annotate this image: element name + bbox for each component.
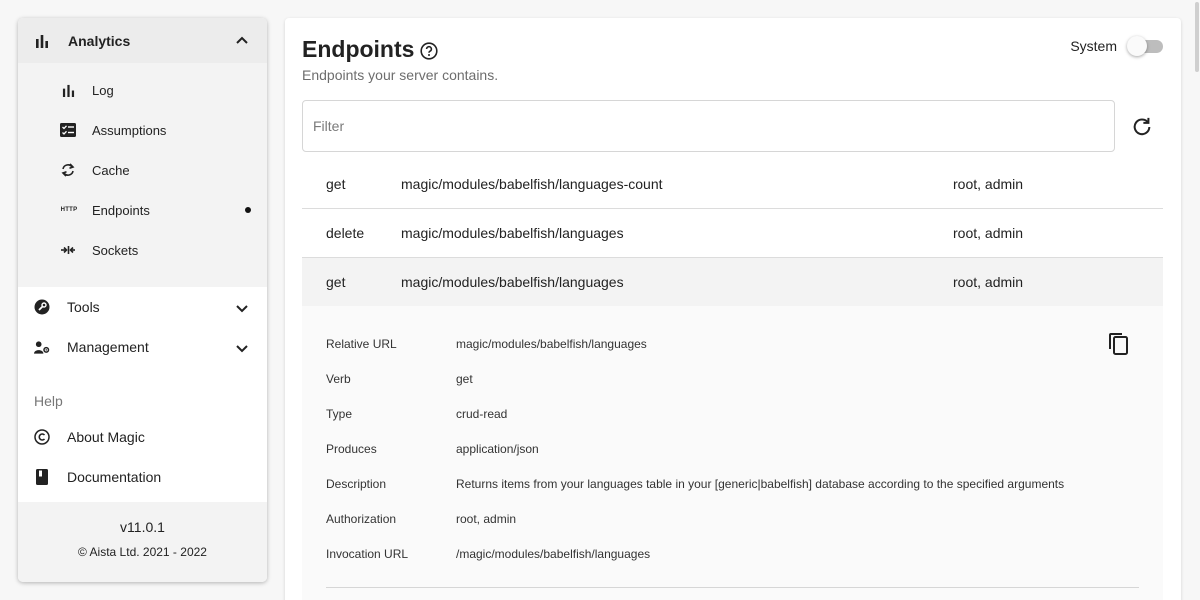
sidebar-item-analytics[interactable]: Analytics xyxy=(18,18,267,63)
copyright-label: © Aista Ltd. 2021 - 2022 xyxy=(78,545,207,559)
endpoint-details: Relative URL magic/modules/babelfish/lan… xyxy=(302,306,1163,600)
detail-row-invocation-url: Invocation URL /magic/modules/babelfish/… xyxy=(326,547,650,561)
refresh-icon[interactable] xyxy=(1131,116,1153,138)
sidebar-item-label: Cache xyxy=(92,162,130,178)
filter-input[interactable] xyxy=(302,100,1115,152)
checklist-icon xyxy=(60,122,76,138)
detail-key: Type xyxy=(326,407,353,421)
sidebar-item-label: Tools xyxy=(67,299,100,315)
endpoint-auth: root, admin xyxy=(953,176,1024,192)
sidebar-item-label: Endpoints xyxy=(92,202,150,218)
sidebar-item-assumptions[interactable]: Assumptions xyxy=(18,110,267,150)
copy-icon[interactable] xyxy=(1107,332,1131,356)
sidebar: Analytics Log Assumptions Cache HTTP End… xyxy=(18,18,267,582)
table-row[interactable]: get magic/modules/babelfish/languages-co… xyxy=(302,160,1163,209)
sidebar-item-label: Log xyxy=(92,82,114,98)
sidebar-item-about-magic[interactable]: About Magic xyxy=(18,417,267,457)
sidebar-item-label: Management xyxy=(67,339,149,355)
page-title: Endpoints xyxy=(302,36,415,62)
sidebar-item-cache[interactable]: Cache xyxy=(18,150,267,190)
refresh-icon xyxy=(60,162,76,178)
detail-key: Description xyxy=(326,477,387,491)
system-toggle-row: System xyxy=(1070,36,1163,56)
bar-chart-icon xyxy=(34,33,50,49)
book-icon xyxy=(34,469,50,485)
detail-value: root, admin xyxy=(456,512,517,526)
sidebar-item-sockets[interactable]: Sockets xyxy=(18,230,267,270)
detail-row-description: Description Returns items from your lang… xyxy=(326,477,1064,491)
active-indicator-dot xyxy=(245,207,251,213)
sidebar-item-endpoints[interactable]: HTTP Endpoints xyxy=(18,190,267,230)
detail-row-relative-url: Relative URL magic/modules/babelfish/lan… xyxy=(326,337,647,351)
table-row[interactable]: delete magic/modules/babelfish/languages… xyxy=(302,209,1163,258)
sidebar-item-label: About Magic xyxy=(67,429,145,445)
sidebar-item-management[interactable]: Management xyxy=(18,327,267,367)
sidebar-item-label: Documentation xyxy=(67,469,162,485)
page-subtitle: Endpoints your server contains. xyxy=(302,67,499,83)
endpoint-auth: root, admin xyxy=(953,274,1024,290)
detail-key: Relative URL xyxy=(326,337,397,351)
endpoint-verb: get xyxy=(326,176,346,192)
sidebar-footer: v11.0.1 © Aista Ltd. 2021 - 2022 xyxy=(18,502,267,582)
endpoint-url: magic/modules/babelfish/languages-count xyxy=(401,176,663,192)
copyright-icon xyxy=(34,429,50,445)
help-icon[interactable] xyxy=(420,42,439,60)
endpoint-url: magic/modules/babelfish/languages xyxy=(401,274,624,290)
detail-value: /magic/modules/babelfish/languages xyxy=(456,547,651,561)
detail-value: application/json xyxy=(456,442,539,456)
detail-key: Invocation URL xyxy=(326,547,409,561)
sidebar-item-documentation[interactable]: Documentation xyxy=(18,457,267,497)
sidebar-item-log[interactable]: Log xyxy=(18,70,267,110)
detail-value: magic/modules/babelfish/languages xyxy=(456,337,647,351)
manage-accounts-icon xyxy=(34,339,50,355)
analytics-submenu: Log Assumptions Cache HTTP Endpoints Soc… xyxy=(18,63,267,287)
toggle-thumb xyxy=(1127,36,1147,56)
endpoints-table: get magic/modules/babelfish/languages-co… xyxy=(302,160,1163,306)
detail-key: Verb xyxy=(326,372,351,386)
help-section-header: Help xyxy=(34,393,63,409)
endpoints-panel: Endpoints Endpoints your server contains… xyxy=(285,18,1181,600)
endpoint-verb: get xyxy=(326,274,346,290)
detail-row-produces: Produces application/json xyxy=(326,442,539,456)
sidebar-item-label: Sockets xyxy=(92,242,139,258)
detail-value: Returns items from your languages table … xyxy=(456,477,1065,491)
sockets-icon xyxy=(60,242,76,258)
chevron-down-icon xyxy=(236,305,248,313)
details-divider xyxy=(326,587,1139,588)
system-toggle[interactable] xyxy=(1127,36,1163,56)
detail-key: Produces xyxy=(326,442,377,456)
detail-key: Authorization xyxy=(326,512,397,526)
http-icon: HTTP xyxy=(60,207,78,213)
detail-row-verb: Verb get xyxy=(326,372,473,386)
detail-value: crud-read xyxy=(456,407,508,421)
wrench-icon xyxy=(34,299,50,315)
detail-row-type: Type crud-read xyxy=(326,407,507,421)
sidebar-item-label: Analytics xyxy=(68,32,131,49)
detail-value: get xyxy=(456,372,473,386)
detail-row-authorization: Authorization root, admin xyxy=(326,512,516,526)
endpoint-auth: root, admin xyxy=(953,225,1024,241)
chevron-down-icon xyxy=(236,345,248,353)
endpoint-url: magic/modules/babelfish/languages xyxy=(401,225,624,241)
endpoint-verb: delete xyxy=(326,225,365,241)
table-row-expanded[interactable]: get magic/modules/babelfish/languages ro… xyxy=(302,258,1163,306)
bar-chart-icon xyxy=(60,82,76,98)
system-toggle-label: System xyxy=(1070,38,1117,54)
scrollbar-thumb[interactable] xyxy=(1195,2,1199,72)
title-row: Endpoints xyxy=(302,36,439,63)
chevron-up-icon xyxy=(236,36,248,44)
page-scrollbar[interactable] xyxy=(1194,0,1200,600)
sidebar-item-label: Assumptions xyxy=(92,122,167,138)
version-label: v11.0.1 xyxy=(120,519,165,535)
sidebar-item-tools[interactable]: Tools xyxy=(18,287,267,327)
